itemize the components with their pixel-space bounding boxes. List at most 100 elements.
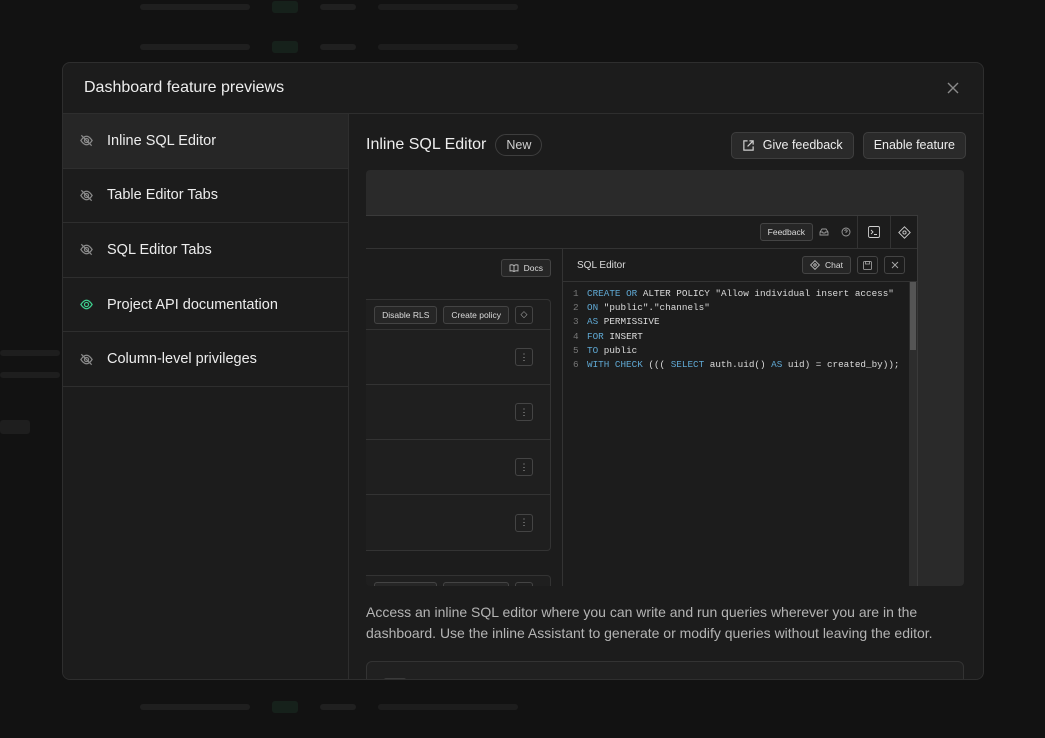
line-number: 3 (573, 316, 579, 328)
sidebar-item-label: Table Editor Tabs (107, 187, 218, 204)
mock-scrollbar (909, 282, 917, 586)
code-token: PERMISSIVE (598, 316, 660, 328)
code-line: 4 FOR INSERT (573, 330, 917, 344)
mock-disable-rls-button: Disable RLS (374, 305, 438, 324)
mock-topbar: Feedback (366, 215, 917, 249)
eye-icon (79, 297, 94, 312)
sidebar-item-inline-sql-editor[interactable]: Inline SQL Editor (63, 114, 348, 169)
code-token: WITH CHECK (587, 359, 643, 371)
feature-preview-image: Feedback Docs Disable RLS Create policy … (366, 170, 964, 586)
code-token: ((( (642, 359, 671, 371)
code-line: 2 ON "public"."channels" (573, 301, 917, 315)
eye-off-icon (79, 352, 94, 367)
next-feature-card (366, 661, 964, 679)
background-text (0, 350, 60, 356)
more-icon: ⋮ (515, 348, 533, 366)
mock-create-policy-button: Create policy (443, 581, 509, 586)
enable-feature-label: Enable feature (873, 138, 955, 152)
code-token: ON (587, 302, 599, 314)
book-icon (509, 264, 519, 272)
code-token: INSERT (603, 330, 643, 342)
mock-sql-editor: SQL Editor Chat 1 CREATE OR ALTER POLICY… (563, 249, 917, 586)
sidebar-item-label: Column-level privileges (107, 351, 257, 368)
more-icon: ⋮ (515, 403, 533, 421)
line-number: 1 (573, 288, 579, 299)
more-icon: ⋮ (515, 458, 533, 476)
eye-off-icon (79, 188, 94, 203)
code-token: "public"."channels" (603, 302, 710, 314)
feature-content: Inline SQL Editor New Give feedback Enab… (349, 114, 983, 679)
code-token: public (598, 344, 638, 356)
help-icon (835, 216, 857, 249)
code-token: OR (626, 288, 638, 299)
close-icon (947, 82, 959, 94)
line-number: 6 (573, 359, 579, 371)
feature-description: Access an inline SQL editor where you ca… (366, 604, 933, 641)
enable-feature-button[interactable]: Enable feature (862, 131, 966, 159)
assistant-icon (891, 216, 917, 249)
more-icon: ⋮ (515, 513, 533, 532)
code-token: AS (771, 359, 783, 371)
mock-policies-panel: Docs Disable RLS Create policy ◇ ⋮ ⋮ ⋮ ⋮ (366, 249, 563, 586)
line-number: 2 (573, 302, 579, 314)
assistant-icon (810, 260, 820, 270)
save-icon (857, 256, 878, 274)
code-token: AS (587, 316, 599, 328)
external-link-icon (743, 139, 754, 151)
assistant-icon: ◇ (515, 305, 533, 324)
line-number: 4 (573, 330, 579, 342)
code-token: auth.uid() (704, 359, 772, 371)
mock-editor-title: SQL Editor (577, 259, 626, 271)
sidebar-item-project-api-documentation[interactable]: Project API documentation (63, 278, 348, 333)
mock-code-block: 1 CREATE OR ALTER POLICY "Allow individua… (563, 282, 917, 372)
inbox-icon (813, 216, 835, 249)
background-row (140, 40, 518, 54)
mock-docs-label: Docs (523, 263, 543, 273)
eye-off-icon (79, 242, 94, 257)
mock-feedback-button: Feedback (759, 223, 813, 241)
code-line: 6 WITH CHECK ((( SELECT auth.uid() AS uid… (573, 358, 917, 372)
give-feedback-button[interactable]: Give feedback (730, 131, 854, 159)
feature-title: Inline SQL Editor (366, 136, 487, 153)
terminal-icon (858, 216, 890, 249)
code-token: CREATE (587, 288, 621, 299)
code-token: FOR (587, 330, 604, 342)
code-line: 3 AS PERMISSIVE (573, 315, 917, 329)
sidebar-item-column-level-privileges[interactable]: Column-level privileges (63, 332, 348, 387)
sidebar-item-sql-editor-tabs[interactable]: SQL Editor Tabs (63, 223, 348, 278)
code-token: SELECT (670, 359, 705, 371)
mock-disable-rls-button: Disable RLS (374, 581, 438, 586)
sidebar-item-label: Project API documentation (107, 296, 278, 313)
background-row (140, 0, 518, 14)
background-text (0, 372, 60, 378)
close-icon (884, 256, 905, 274)
mock-chat-button: Chat (802, 256, 851, 274)
preview-mock-window: Feedback Docs Disable RLS Create policy … (366, 215, 918, 586)
sidebar-item-label: Inline SQL Editor (107, 132, 217, 149)
new-badge: New (495, 134, 543, 156)
modal-header: Dashboard feature previews (63, 63, 983, 114)
eye-off-icon (79, 133, 94, 148)
mock-policy-card: Disable RLS Create policy ◇ ⋮ ⋮ ⋮ ⋮ (366, 299, 551, 551)
mock-docs-button: Docs (500, 259, 551, 277)
code-token: uid) = created_by)); (782, 359, 900, 371)
mock-policy-card: Disable RLS Create policy ◇ (366, 575, 551, 586)
code-token: TO (587, 344, 599, 356)
give-feedback-label: Give feedback (762, 138, 843, 152)
modal-title: Dashboard feature previews (84, 79, 285, 96)
sidebar-item-label: SQL Editor Tabs (107, 241, 212, 258)
code-token: ALTER POLICY (637, 288, 716, 299)
background-row (140, 700, 518, 714)
line-number: 5 (573, 344, 579, 356)
mock-create-policy-button: Create policy (443, 305, 509, 324)
sidebar-item-table-editor-tabs[interactable]: Table Editor Tabs (63, 169, 348, 224)
code-line: 5 TO public (573, 344, 917, 358)
feature-preview-modal: Dashboard feature previews Inline SQL Ed… (62, 62, 984, 680)
close-button[interactable] (944, 79, 962, 97)
code-line: 1 CREATE OR ALTER POLICY "Allow individua… (573, 287, 917, 301)
feature-sidebar: Inline SQL Editor Table Editor Tabs SQL Ed… (63, 114, 349, 679)
code-token: "Allow individual insert access" (715, 288, 894, 299)
background-button (0, 420, 30, 434)
assistant-icon: ◇ (515, 581, 533, 586)
mock-chat-label: Chat (825, 260, 843, 270)
